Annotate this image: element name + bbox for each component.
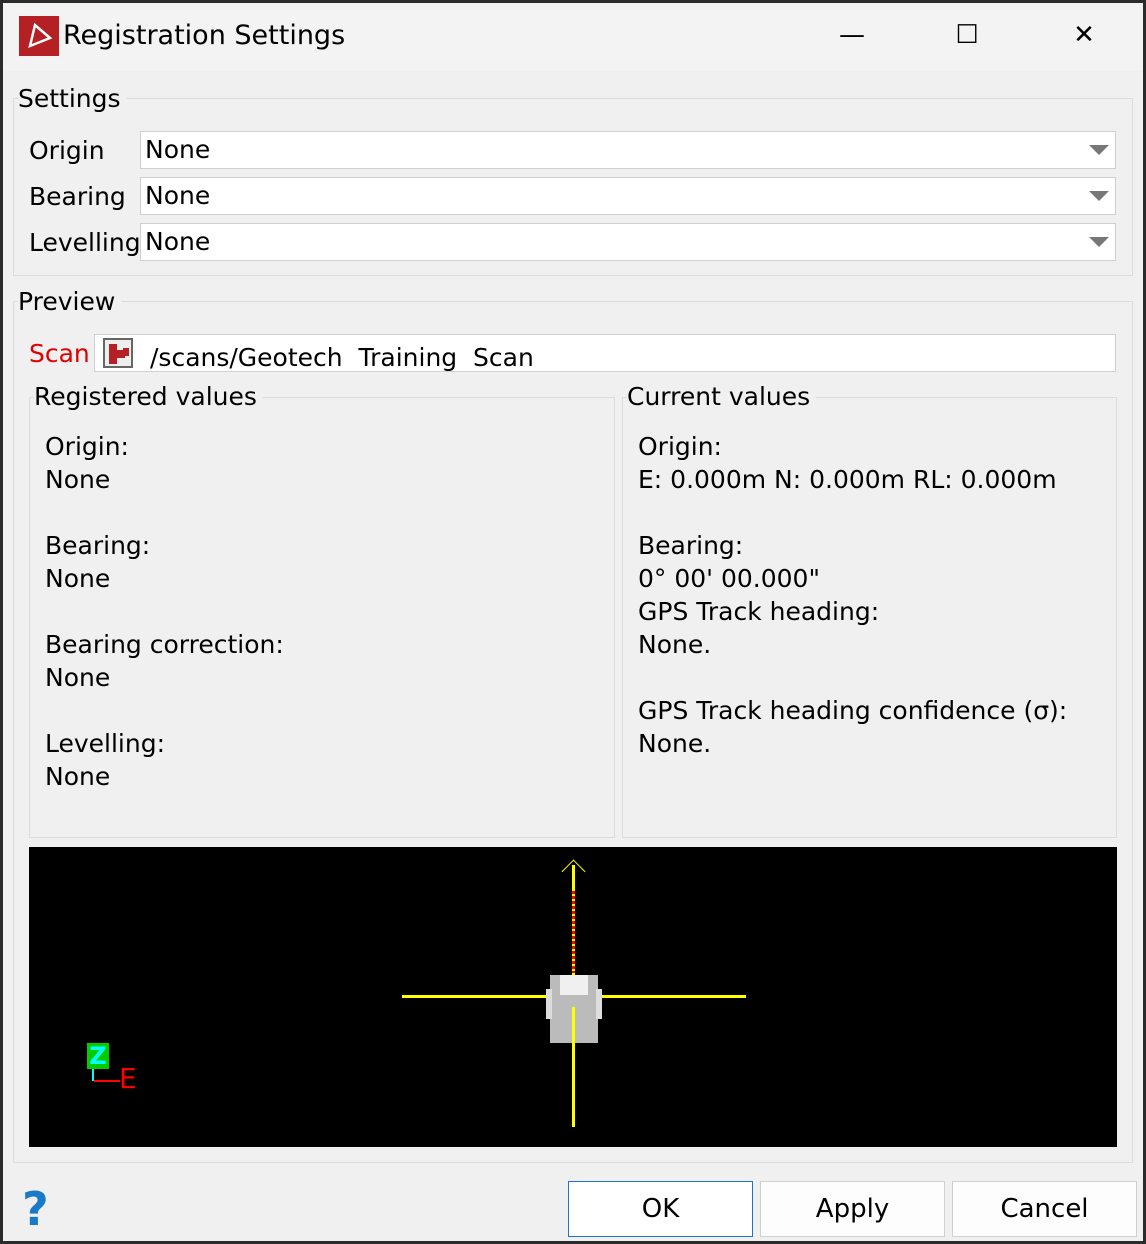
cancel-button[interactable]: Cancel xyxy=(952,1181,1137,1237)
registered-values-label: Registered values xyxy=(34,382,263,411)
north-arrowhead-icon xyxy=(561,859,586,884)
levelling-select[interactable]: None xyxy=(140,223,1116,261)
axis-z-label: Z xyxy=(87,1043,109,1069)
preview-group-label: Preview xyxy=(18,287,122,316)
preview-3d-viewport[interactable]: Z E xyxy=(29,847,1117,1147)
scan-label: Scan xyxy=(29,339,90,368)
apply-button[interactable]: Apply xyxy=(760,1181,945,1237)
minimize-button[interactable]: — xyxy=(832,20,872,50)
help-icon[interactable]: ? xyxy=(22,1182,49,1236)
bearing-line xyxy=(572,891,575,973)
registered-values-text: Origin: None Bearing: None Bearing corre… xyxy=(45,432,284,791)
origin-select-value: None xyxy=(145,135,211,164)
current-values-text: Origin: E: 0.000m N: 0.000m RL: 0.000m B… xyxy=(638,432,1068,758)
origin-label: Origin xyxy=(29,136,105,165)
current-values-label: Current values xyxy=(627,382,817,411)
bearing-select[interactable]: None xyxy=(140,177,1116,215)
chevron-down-icon xyxy=(1089,191,1109,201)
app-logo-icon xyxy=(19,16,59,56)
scan-path: /scans/Geotech Training Scan xyxy=(150,343,534,372)
chevron-down-icon xyxy=(1089,237,1109,247)
scan-file-icon xyxy=(103,338,133,368)
scan-path-field[interactable]: /scans/Geotech Training Scan xyxy=(94,334,1116,372)
axis-e-line xyxy=(94,1080,120,1082)
levelling-select-value: None xyxy=(145,227,211,256)
ok-button[interactable]: OK xyxy=(568,1181,753,1237)
origin-select[interactable]: None xyxy=(140,131,1116,169)
chevron-down-icon xyxy=(1089,145,1109,155)
maximize-button[interactable]: ☐ xyxy=(947,20,987,50)
window-title: Registration Settings xyxy=(63,20,346,51)
close-button[interactable]: ✕ xyxy=(1064,20,1104,50)
axis-e-label: E xyxy=(119,1062,137,1095)
levelling-label: Levelling xyxy=(29,228,141,257)
bearing-label: Bearing xyxy=(29,182,126,211)
settings-group-label: Settings xyxy=(18,84,127,113)
bearing-select-value: None xyxy=(145,181,211,210)
